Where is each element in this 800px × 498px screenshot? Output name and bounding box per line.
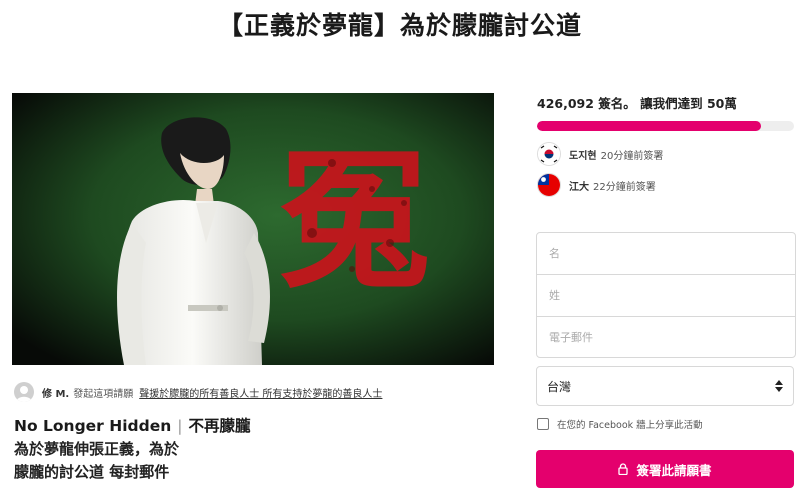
taiwan-flag-icon xyxy=(537,173,561,197)
body-line-2: 朦朧的討公道 每封郵件 xyxy=(14,463,170,481)
calligraphy-text: 冤 xyxy=(279,133,429,309)
signer-item: 도지현 20分鐘前簽署 xyxy=(537,142,797,166)
progress-fill xyxy=(537,121,761,131)
creator-row: 修 M. 發起這項請願 聲援於朦朧的所有善良人士 所有支持於夢龍的善良人士 xyxy=(14,381,494,403)
sign-petition-button[interactable]: 簽署此請願書 xyxy=(536,450,794,488)
signature-count: 426,092 簽名。 讓我們達到 50萬 xyxy=(537,96,737,111)
signer-item: 江大 22分鐘前簽署 xyxy=(537,173,797,197)
heading-zh: 不再朦朧 xyxy=(188,417,251,435)
hero-image: 冤 xyxy=(12,93,494,365)
email-field[interactable] xyxy=(537,317,795,357)
body-line-1: 為於夢龍伸張正義，為於 xyxy=(14,440,180,458)
petition-heading: No Longer Hidden | 不再朦朧 xyxy=(14,415,494,438)
first-name-field[interactable] xyxy=(537,233,795,273)
heading-en: No Longer Hidden xyxy=(14,417,172,435)
sort-arrows-icon xyxy=(775,380,783,392)
facebook-share-row: 在您的 Facebook 牆上分享此活動 xyxy=(537,416,797,432)
hero-illustration: 冤 xyxy=(12,93,494,365)
signer-time: 22分鐘前簽署 xyxy=(593,181,656,193)
progress-bar xyxy=(537,121,794,131)
page-title: 【正義於夢龍】為於朦朧討公道 xyxy=(217,11,582,40)
sign-petition-label: 簽署此請願書 xyxy=(636,462,712,478)
country-value: 台灣 xyxy=(547,379,572,394)
korea-flag-icon xyxy=(537,142,561,166)
facebook-share-label[interactable]: 在您的 Facebook 牆上分享此活動 xyxy=(557,417,703,431)
avatar[interactable] xyxy=(14,382,34,402)
signature-form xyxy=(536,232,796,358)
creator-name[interactable]: 修 M. xyxy=(42,385,69,400)
signer-time: 20分鐘前簽署 xyxy=(600,150,664,162)
recipient-link[interactable]: 聲援於朦朧的所有善良人士 所有支持於夢龍的善良人士 xyxy=(139,385,382,400)
facebook-share-checkbox[interactable] xyxy=(537,418,549,430)
user-icon xyxy=(16,386,32,402)
heading-separator: | xyxy=(177,417,183,435)
signer-name: 도지현 xyxy=(569,150,597,162)
signer-name: 江大 xyxy=(569,181,589,193)
petition-body: 為於夢龍伸張正義，為於 朦朧的討公道 每封郵件 xyxy=(14,438,494,484)
lock-icon xyxy=(618,463,629,475)
last-name-field[interactable] xyxy=(537,275,795,315)
started-text: 發起這項請願 xyxy=(73,388,134,400)
country-select[interactable]: 台灣 xyxy=(536,366,794,406)
